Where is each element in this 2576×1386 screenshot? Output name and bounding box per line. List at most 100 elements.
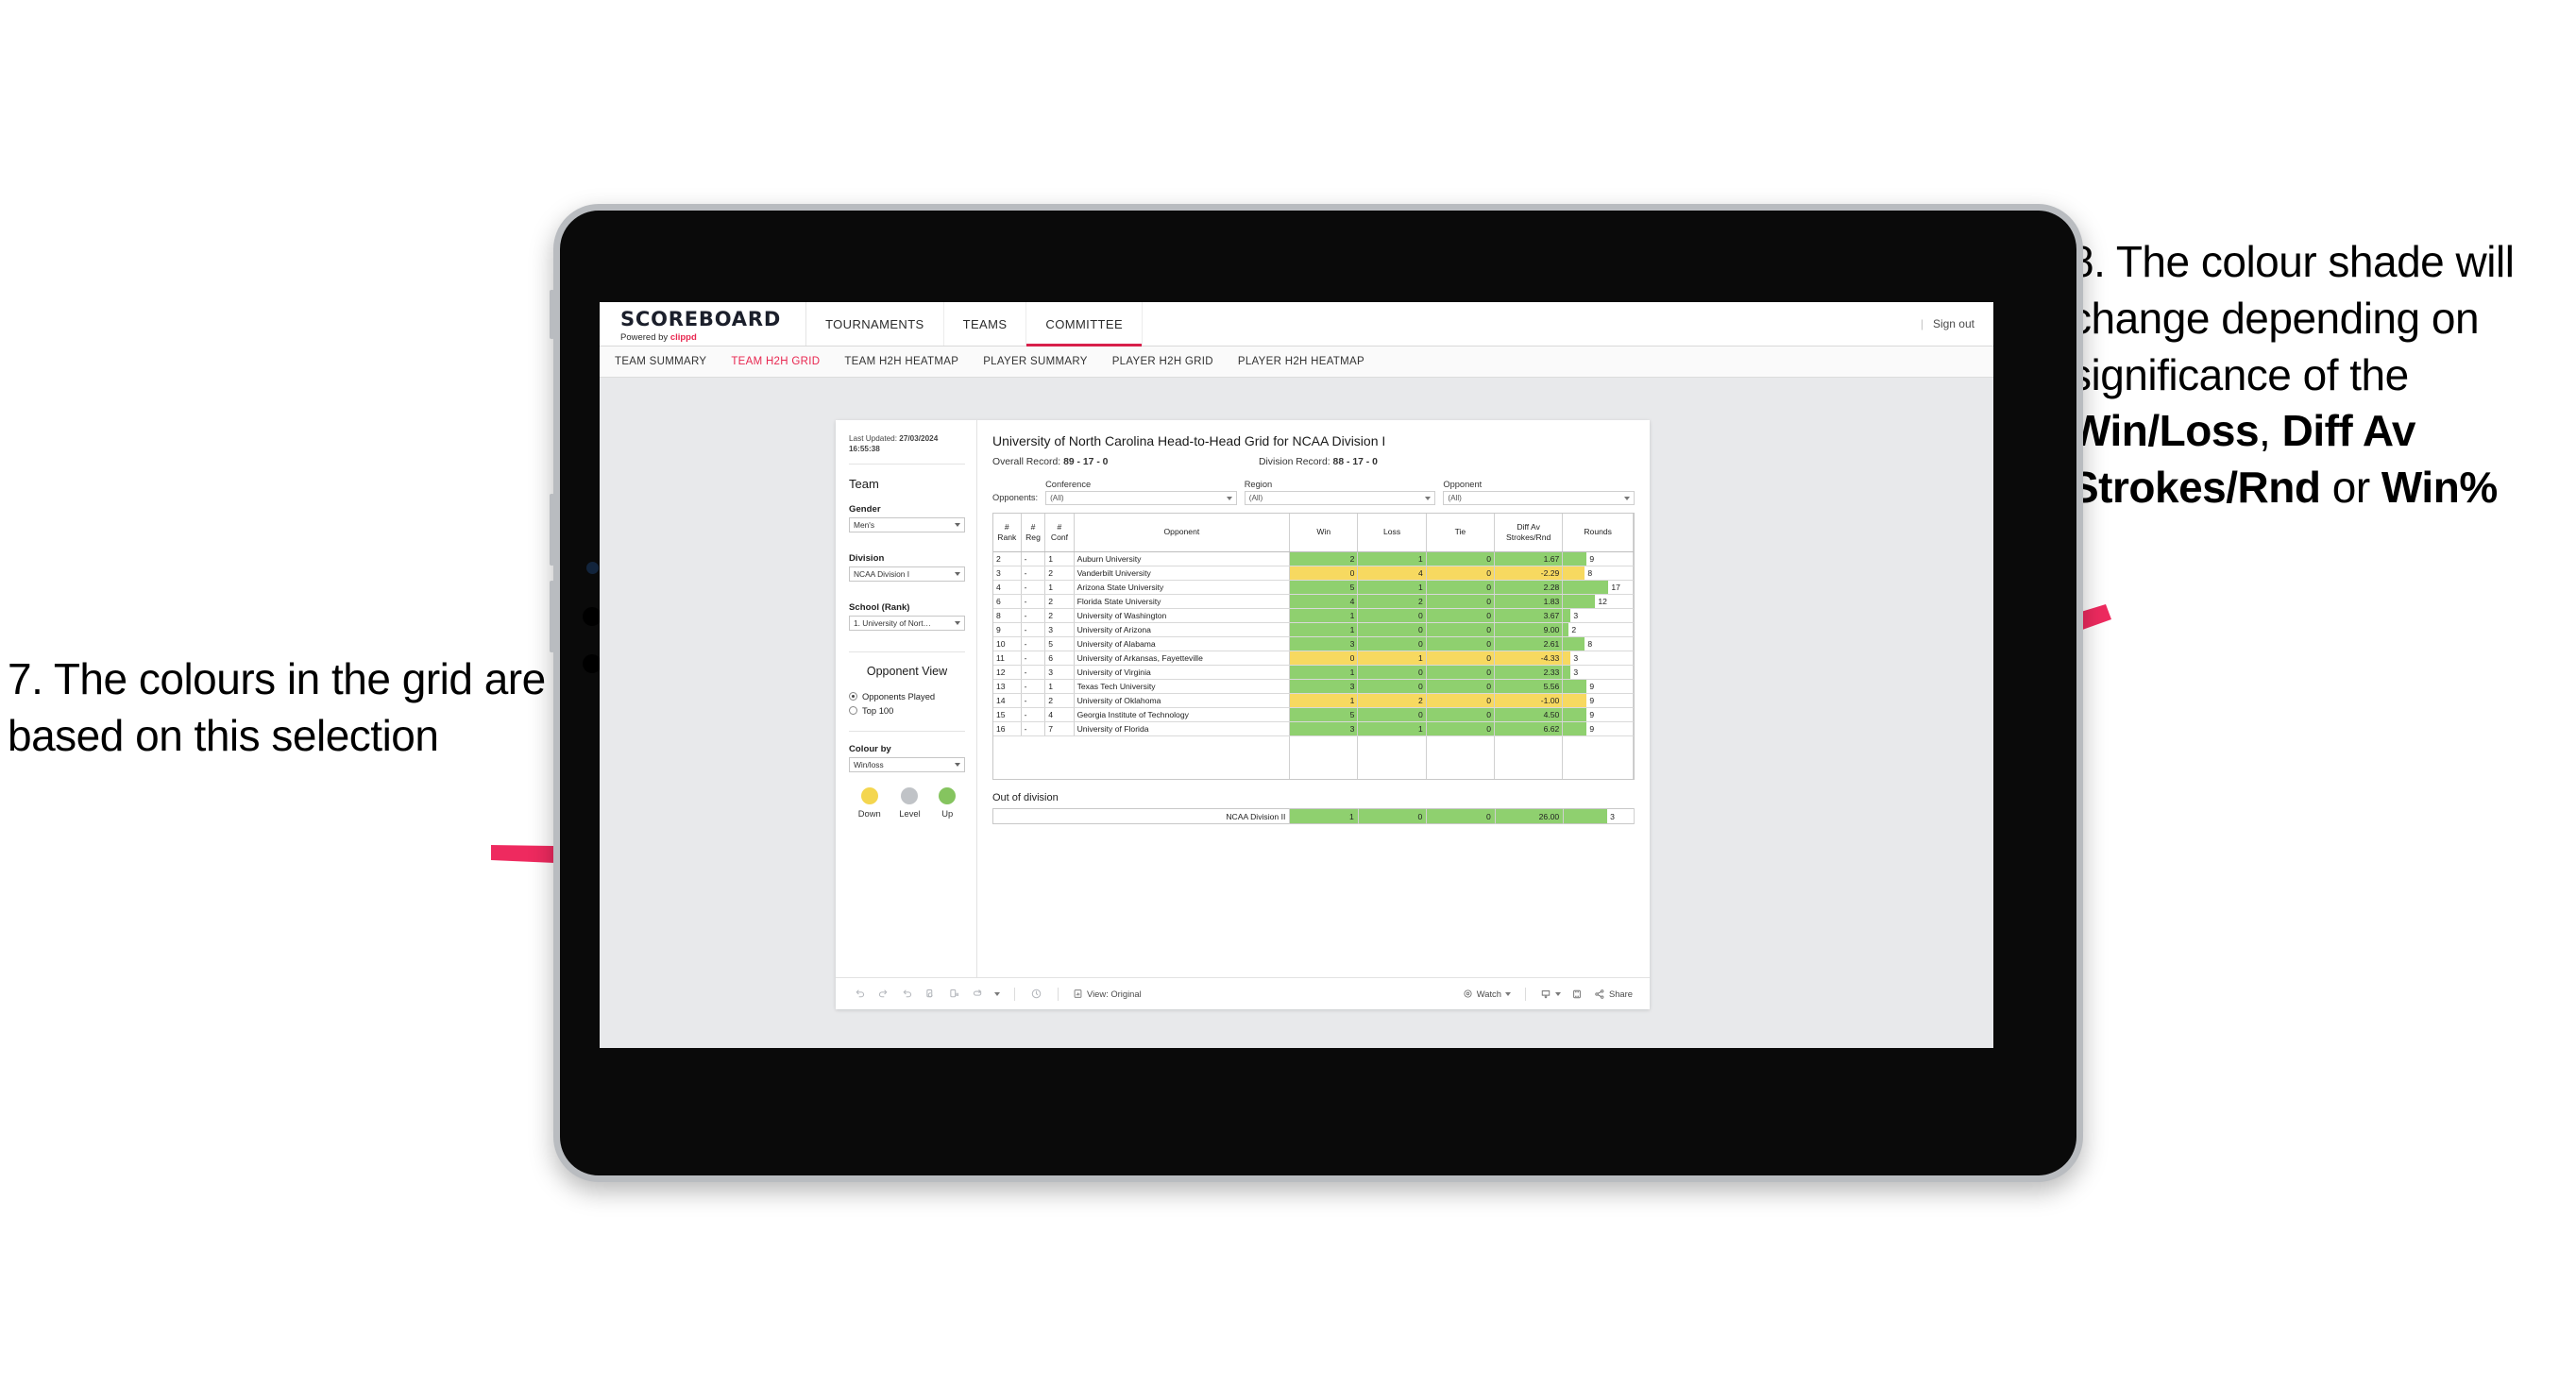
school-select[interactable]: 1. University of Nort… bbox=[849, 616, 965, 632]
table-row[interactable]: 4 - 1 Arizona State University 5 1 0 2.2… bbox=[993, 580, 1634, 595]
chevron-down-icon bbox=[1425, 496, 1432, 500]
table-row[interactable]: 3 - 2 Vanderbilt University 0 4 0 -2.29 … bbox=[993, 566, 1634, 581]
table-filler-row bbox=[993, 735, 1634, 779]
col-header-reg-text: Reg bbox=[1025, 532, 1041, 542]
col-header-tie[interactable]: Tie bbox=[1426, 514, 1496, 552]
cell-tie: 0 bbox=[1426, 707, 1496, 722]
rounds-bar bbox=[1563, 721, 1587, 735]
revert-icon[interactable] bbox=[900, 987, 914, 1001]
table-row[interactable]: 6 - 2 Florida State University 4 2 0 1.8… bbox=[993, 594, 1634, 609]
cell-tie: 0 bbox=[1426, 721, 1496, 736]
app-logo[interactable]: SCOREBOARD Powered by clippd bbox=[600, 302, 807, 346]
sign-out-link[interactable]: Sign out bbox=[1933, 317, 1974, 330]
ood-tie: 0 bbox=[1426, 808, 1496, 824]
volume-down-button[interactable] bbox=[550, 581, 554, 652]
col-header-diff-av-strokes[interactable]: Diff Av Strokes/Rnd bbox=[1494, 514, 1564, 552]
cell-diff-av-strokes: 9.00 bbox=[1494, 622, 1564, 637]
top-nav-committee[interactable]: COMMITTEE bbox=[1026, 302, 1144, 346]
filter-region-select[interactable]: (All) bbox=[1244, 491, 1436, 505]
table-row[interactable]: 15 - 4 Georgia Institute of Technology 5… bbox=[993, 707, 1634, 722]
col-header-rank-text: Rank bbox=[997, 532, 1017, 542]
logo-tagline-prefix: Powered by bbox=[620, 332, 670, 343]
table-row[interactable]: 11 - 6 University of Arkansas, Fayettevi… bbox=[993, 651, 1634, 666]
col-header-reg[interactable]: # Reg bbox=[1021, 514, 1046, 552]
table-row[interactable]: 10 - 5 University of Alabama 3 0 0 2.61 … bbox=[993, 636, 1634, 651]
cell-rank: 3 bbox=[993, 566, 1022, 581]
share-button[interactable]: Share bbox=[1594, 989, 1633, 1000]
col-header-rounds[interactable]: Rounds bbox=[1562, 514, 1634, 552]
cell-opponent: University of Florida bbox=[1074, 721, 1291, 736]
rounds-value: 3 bbox=[1573, 667, 1579, 677]
sub-nav-player-summary[interactable]: PLAYER SUMMARY bbox=[983, 356, 1088, 367]
table-row[interactable]: 14 - 2 University of Oklahoma 1 2 0 -1.0… bbox=[993, 693, 1634, 708]
cell-conf: 4 bbox=[1044, 707, 1075, 722]
cell-reg: - bbox=[1021, 651, 1046, 666]
col-header-loss[interactable]: Loss bbox=[1357, 514, 1427, 552]
radio-opponents-played[interactable]: Opponents Played bbox=[849, 691, 965, 701]
cell-loss: 2 bbox=[1357, 693, 1427, 708]
annotation-step-7: 7. The colours in the grid are based on … bbox=[8, 654, 546, 760]
filter-conference-select[interactable]: (All) bbox=[1045, 491, 1237, 505]
chevron-down-icon[interactable] bbox=[994, 991, 1000, 996]
division-value: NCAA Division I bbox=[854, 569, 910, 580]
share-icon bbox=[1595, 989, 1604, 999]
refresh-icon[interactable] bbox=[924, 987, 938, 1001]
filter-opponent-select[interactable]: (All) bbox=[1443, 491, 1635, 505]
col-header-rank[interactable]: # Rank bbox=[993, 514, 1022, 552]
sub-nav-player-h2h-grid[interactable]: PLAYER H2H GRID bbox=[1112, 356, 1213, 367]
cell-rank: 14 bbox=[993, 693, 1022, 708]
sub-nav-team-h2h-heatmap[interactable]: TEAM H2H HEATMAP bbox=[844, 356, 958, 367]
legend-label-up: Up bbox=[941, 808, 954, 820]
redo-icon[interactable] bbox=[876, 987, 890, 1001]
redo-loop-icon[interactable] bbox=[971, 987, 985, 1001]
table-row[interactable]: 12 - 3 University of Virginia 1 0 0 2.33… bbox=[993, 665, 1634, 680]
watch-button[interactable]: Watch bbox=[1463, 989, 1511, 999]
col-header-win[interactable]: Win bbox=[1289, 514, 1359, 552]
watch-label: Watch bbox=[1476, 989, 1501, 999]
undo-icon[interactable] bbox=[853, 987, 867, 1001]
chevron-down-icon bbox=[1624, 496, 1630, 500]
top-nav-tournaments[interactable]: TOURNAMENTS bbox=[806, 302, 944, 346]
division-select[interactable]: NCAA Division I bbox=[849, 566, 965, 583]
top-nav-teams[interactable]: TEAMS bbox=[944, 302, 1027, 346]
sub-nav-player-h2h-heatmap[interactable]: PLAYER H2H HEATMAP bbox=[1238, 356, 1364, 367]
cell-loss: 1 bbox=[1357, 721, 1427, 736]
pause-auto-update-icon[interactable] bbox=[947, 987, 961, 1001]
table-row[interactable]: 8 - 2 University of Washington 1 0 0 3.6… bbox=[993, 608, 1634, 623]
radio-top-100[interactable]: Top 100 bbox=[849, 705, 965, 716]
rounds-value: 9 bbox=[1589, 709, 1595, 719]
table-row[interactable]: 13 - 1 Texas Tech University 3 0 0 5.56 … bbox=[993, 679, 1634, 694]
screenshot-root: 7. The colours in the grid are based on … bbox=[0, 0, 2576, 1386]
view-original-button[interactable]: View: Original bbox=[1073, 989, 1142, 999]
volume-up-button[interactable] bbox=[550, 494, 554, 566]
filter-region: Region (All) bbox=[1244, 480, 1436, 505]
download-button[interactable] bbox=[1540, 989, 1561, 1000]
power-button[interactable] bbox=[550, 290, 554, 339]
cell-rounds: 17 bbox=[1562, 580, 1634, 595]
table-row[interactable]: 16 - 7 University of Florida 3 1 0 6.62 … bbox=[993, 721, 1634, 736]
gender-select[interactable]: Men's bbox=[849, 517, 965, 533]
sub-nav-team-h2h-grid[interactable]: TEAM H2H GRID bbox=[731, 356, 820, 367]
legend-dot-down-icon bbox=[860, 787, 878, 805]
cell-conf: 3 bbox=[1044, 665, 1075, 680]
cell-loss: 4 bbox=[1357, 566, 1427, 581]
cell-conf: 2 bbox=[1044, 693, 1075, 708]
col-header-opponent[interactable]: Opponent bbox=[1074, 514, 1291, 552]
cell-conf: 6 bbox=[1044, 651, 1075, 666]
col-header-reg-hash: # bbox=[1030, 522, 1036, 532]
sidebar-divider-1 bbox=[849, 464, 965, 465]
col-header-conf[interactable]: # Conf bbox=[1044, 514, 1075, 552]
share-label: Share bbox=[1608, 989, 1633, 999]
colour-by-select[interactable]: Win/loss bbox=[849, 757, 965, 773]
cell-loss: 0 bbox=[1357, 608, 1427, 623]
help-icon[interactable] bbox=[1029, 987, 1043, 1001]
table-row[interactable]: 9 - 3 University of Arizona 1 0 0 9.00 2 bbox=[993, 622, 1634, 637]
division-label: Division bbox=[849, 553, 885, 565]
rounds-value: 8 bbox=[1587, 567, 1593, 578]
table-row[interactable]: 2 - 1 Auburn University 2 1 0 1.67 9 bbox=[993, 551, 1634, 566]
cell-tie: 0 bbox=[1426, 608, 1496, 623]
sub-nav-team-summary[interactable]: TEAM SUMMARY bbox=[615, 356, 706, 367]
fullscreen-icon[interactable] bbox=[1570, 987, 1585, 1001]
cell-reg: - bbox=[1021, 580, 1046, 595]
annotation-step-8-text: 8. The colour shade will change dependin… bbox=[2070, 237, 2515, 399]
